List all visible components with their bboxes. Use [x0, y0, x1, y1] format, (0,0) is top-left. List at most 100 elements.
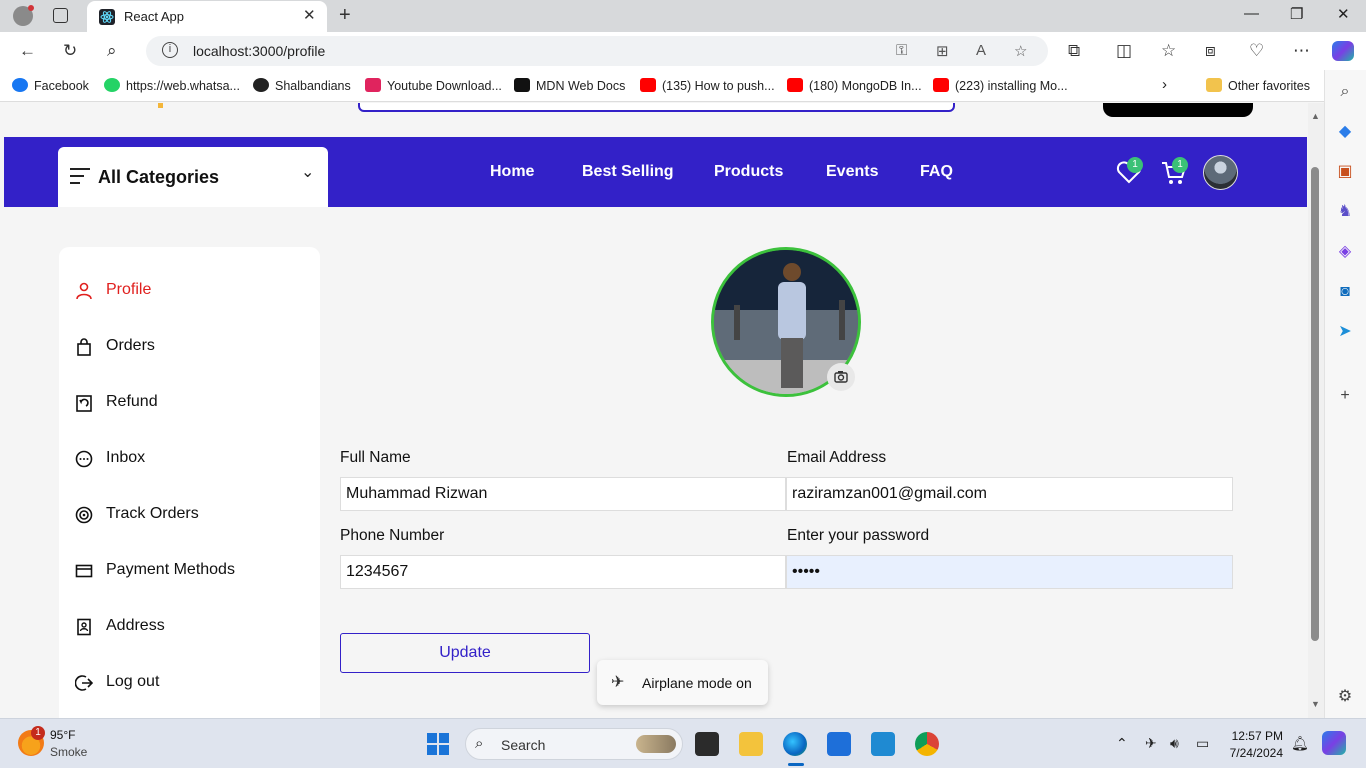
cart-count-badge: 1 — [1172, 157, 1188, 173]
shopping-tag-icon[interactable]: ◆ — [1336, 123, 1354, 141]
url-text: localhost:3000/profile — [193, 43, 326, 59]
favorite-star-icon[interactable]: ☆ — [1014, 42, 1027, 60]
start-button[interactable] — [427, 733, 449, 755]
sidebar-item-payment-methods[interactable]: Payment Methods — [75, 559, 305, 583]
games-icon[interactable]: ♞ — [1336, 203, 1354, 221]
add-sidebar-app-icon[interactable]: + — [1336, 387, 1354, 405]
windows-taskbar: 1 95°F Smoke ⌕ Search ⌃ ✈ 🔊︎ ▭ 12:57 PM … — [0, 718, 1366, 768]
tools-icon[interactable]: ▣ — [1336, 163, 1354, 181]
nav-faq[interactable]: FAQ — [920, 163, 953, 181]
sidebar-item-track-orders[interactable]: Track Orders — [75, 503, 305, 527]
nav-products[interactable]: Products — [714, 163, 783, 181]
send-icon[interactable]: ➤ — [1336, 323, 1354, 341]
close-tab-icon[interactable]: ✕ — [303, 6, 316, 24]
task-view-icon[interactable] — [695, 732, 719, 756]
mdn-icon — [514, 78, 530, 92]
file-explorer-icon[interactable] — [739, 732, 763, 756]
site-info-icon[interactable]: i — [162, 42, 178, 58]
sidebar-item-label: Track Orders — [106, 505, 199, 522]
favorites-icon[interactable]: ☆ — [1161, 41, 1176, 61]
vscode-icon[interactable] — [871, 732, 895, 756]
favorite-whatsapp[interactable]: https://web.whatsa... — [104, 78, 240, 93]
split-screen-icon[interactable]: ◫ — [1116, 41, 1132, 61]
microsoft-store-icon[interactable] — [827, 732, 851, 756]
person-icon — [76, 282, 92, 300]
edge-icon[interactable] — [783, 732, 807, 756]
change-photo-button[interactable] — [827, 363, 855, 391]
favorite-facebook[interactable]: Facebook — [12, 78, 89, 93]
page-top-area — [0, 103, 1307, 137]
address-book-icon — [77, 618, 91, 636]
nav-best-selling[interactable]: Best Selling — [582, 163, 674, 181]
full-name-input[interactable]: Muhammad Rizwan — [340, 477, 786, 511]
notifications-bell-icon[interactable]: 🔔︎ — [1291, 735, 1309, 752]
email-input[interactable]: raziramzan001@gmail.com — [786, 477, 1233, 511]
back-icon[interactable]: ← — [19, 41, 36, 61]
more-menu-icon[interactable]: ⋯ — [1293, 41, 1310, 61]
search-icon[interactable]: ⌕ — [107, 41, 117, 61]
sidebar-item-refund[interactable]: Refund — [75, 391, 305, 415]
tab-title: React App — [124, 9, 184, 24]
address-bar[interactable]: i localhost:3000/profile ⚿ ⊞ A ☆ — [146, 36, 1048, 66]
phone-input[interactable]: 1234567 — [340, 555, 786, 589]
copilot-icon[interactable] — [1332, 41, 1354, 61]
refresh-icon[interactable]: ↻ — [63, 41, 77, 61]
browser-essentials-icon[interactable]: ♡ — [1249, 41, 1264, 61]
become-seller-button[interactable] — [1103, 103, 1253, 117]
weather-badge: 1 — [31, 726, 45, 740]
full-name-label: Full Name — [340, 449, 411, 466]
show-hidden-icons-icon[interactable]: ⌃ — [1116, 735, 1128, 752]
more-favorites-chevron-icon[interactable]: › — [1162, 76, 1167, 93]
password-input[interactable]: ••••• — [786, 555, 1233, 589]
favorite-youtube-180[interactable]: (180) MongoDB In... — [787, 78, 922, 93]
sidebar-item-inbox[interactable]: Inbox — [75, 447, 305, 471]
user-avatar[interactable] — [1203, 155, 1238, 190]
favorite-youtube-223[interactable]: (223) installing Mo... — [933, 78, 1068, 93]
update-button[interactable]: Update — [340, 633, 590, 673]
close-window-icon[interactable]: ✕ — [1337, 5, 1350, 23]
scrollbar-thumb[interactable] — [1311, 167, 1319, 641]
copilot-sidebar-icon[interactable]: ◈ — [1336, 243, 1354, 261]
sidebar-item-orders[interactable]: Orders — [75, 335, 305, 359]
favorite-mdn[interactable]: MDN Web Docs — [514, 78, 625, 93]
clock-time: 12:57 PM — [1231, 729, 1283, 743]
new-tab-icon[interactable]: + — [339, 4, 351, 27]
sidebar-item-address[interactable]: Address — [75, 615, 305, 639]
favorite-shalbandians[interactable]: Shalbandians — [253, 78, 351, 93]
product-search-input[interactable] — [358, 103, 955, 112]
sidebar-item-label: Log out — [106, 673, 160, 690]
taskbar-search[interactable]: ⌕ Search — [465, 728, 683, 760]
airplane-mode-tray-icon[interactable]: ✈ — [1145, 735, 1157, 752]
sidebar-item-log-out[interactable]: Log out — [75, 671, 305, 695]
extensions-icon[interactable]: ⧉ — [1068, 41, 1080, 61]
favorites-bar: Facebook https://web.whatsa... Shalbandi… — [0, 70, 1366, 102]
nav-home[interactable]: Home — [490, 163, 534, 181]
collections-icon[interactable]: ⧈ — [1205, 41, 1216, 61]
scroll-down-icon[interactable]: ▼ — [1311, 699, 1320, 709]
favorite-youtube-135[interactable]: (135) How to push... — [640, 78, 775, 93]
outlook-icon[interactable]: ◙ — [1336, 283, 1354, 301]
minimize-icon[interactable]: — — [1244, 5, 1259, 22]
track-icon — [75, 506, 93, 524]
sidebar-settings-icon[interactable]: ⚙ — [1336, 688, 1354, 706]
sidebar-search-icon[interactable]: ⌕ — [1336, 83, 1354, 101]
other-favorites-folder[interactable]: Other favorites — [1206, 78, 1310, 93]
password-key-icon[interactable]: ⚿ — [896, 42, 907, 59]
tab-react-app[interactable]: React App ✕ — [87, 1, 327, 32]
battery-icon[interactable]: ▭ — [1196, 735, 1209, 752]
favorite-youtube-downloader[interactable]: Youtube Download... — [365, 78, 502, 93]
taskbar-clock[interactable]: 12:57 PM 7/24/2024 — [1228, 729, 1283, 760]
volume-icon[interactable]: 🔊︎ — [1170, 735, 1179, 752]
chrome-icon[interactable] — [915, 732, 939, 756]
nav-events[interactable]: Events — [826, 163, 878, 181]
copilot-taskbar-icon[interactable] — [1322, 731, 1346, 755]
read-aloud-icon[interactable]: A — [976, 42, 986, 59]
app-available-icon[interactable]: ⊞ — [936, 42, 949, 60]
page-scrollbar[interactable]: ▲ ▼ — [1308, 103, 1324, 718]
categories-dropdown[interactable]: All Categories ⌄ — [58, 147, 328, 207]
tab-actions-icon[interactable] — [53, 8, 68, 23]
sidebar-item-label: Address — [106, 617, 165, 634]
restore-icon[interactable]: ❐ — [1290, 5, 1303, 23]
scroll-up-icon[interactable]: ▲ — [1311, 111, 1320, 121]
sidebar-item-profile[interactable]: Profile — [75, 279, 305, 303]
